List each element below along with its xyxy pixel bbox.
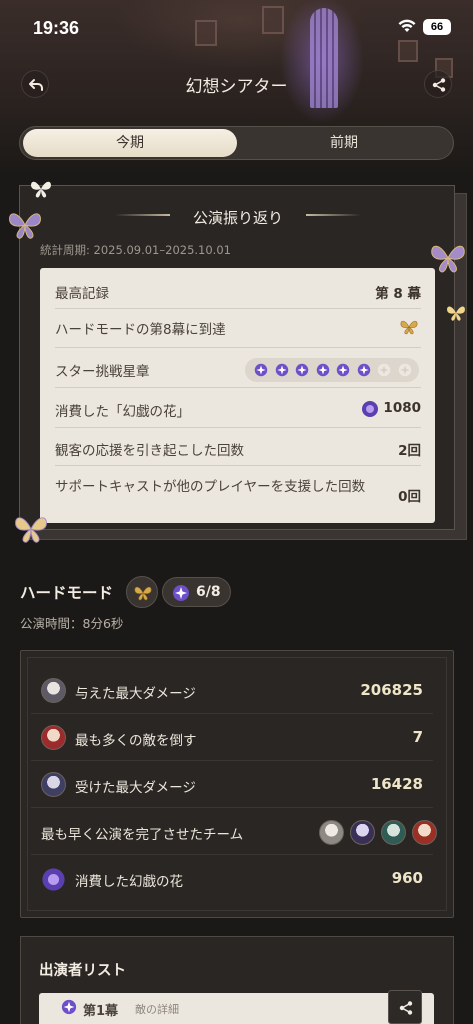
star-medal-filled-icon bbox=[275, 363, 288, 377]
max-damage-dealt-row: 与えた最大ダメージ 206825 bbox=[31, 668, 433, 714]
gold-butterfly-icon bbox=[134, 586, 152, 601]
star-medal-empty-icon bbox=[398, 363, 411, 377]
illusion-flower-icon bbox=[42, 868, 65, 891]
butterfly-decoration-icon bbox=[447, 306, 465, 321]
butterfly-decoration-icon bbox=[9, 213, 41, 239]
statistics-period: 統計周期: 2025.09.01–2025.10.01 bbox=[40, 243, 231, 257]
enemy-details-link[interactable]: 敵の詳細 bbox=[135, 1001, 179, 1017]
team-member-avatar bbox=[412, 820, 437, 845]
audience-cheer-label: 観客の応援を引き起こした回数 bbox=[55, 443, 244, 459]
star-medal-track bbox=[245, 358, 419, 382]
wall-frame bbox=[398, 40, 418, 62]
tab-current-period[interactable]: 今期 bbox=[23, 129, 237, 157]
butterfly-decoration-icon bbox=[431, 245, 465, 273]
share-icon bbox=[432, 78, 446, 92]
team-member-avatar bbox=[381, 820, 406, 845]
audience-cheer-row: 観客の応援を引き起こした回数 2回 bbox=[55, 435, 421, 466]
best-record-value: 第 8 幕 bbox=[375, 286, 421, 302]
character-avatar bbox=[41, 678, 66, 703]
hard-mode-stars-value: 6/8 bbox=[196, 584, 221, 600]
butterfly-decoration-icon bbox=[15, 517, 47, 543]
wall-frame bbox=[195, 20, 217, 46]
tab-previous-period[interactable]: 前期 bbox=[237, 129, 451, 157]
flowers-consumed-label: 消費した「幻戯の花」 bbox=[55, 404, 190, 420]
share-button[interactable] bbox=[424, 70, 452, 98]
team-member-avatar bbox=[319, 820, 344, 845]
period-tabs: 今期 前期 bbox=[19, 126, 454, 160]
flowers-consumed-hard-row: 消費した幻戯の花 960 bbox=[31, 856, 433, 902]
hard-mode-badge bbox=[126, 576, 158, 608]
floating-share-button[interactable] bbox=[388, 990, 422, 1024]
max-damage-taken-label: 受けた最大ダメージ bbox=[75, 780, 196, 796]
act-label: 第1幕 bbox=[83, 1004, 119, 1019]
gold-butterfly-icon bbox=[400, 320, 418, 335]
most-defeats-value: 7 bbox=[412, 728, 423, 746]
fastest-team-label: 最も早く公演を完了させたチーム bbox=[41, 827, 244, 843]
max-damage-dealt-label: 与えた最大ダメージ bbox=[75, 686, 196, 702]
max-damage-taken-row: 受けた最大ダメージ 16428 bbox=[31, 762, 433, 808]
character-avatar bbox=[41, 772, 66, 797]
flowers-consumed-hard-label: 消費した幻戯の花 bbox=[75, 874, 183, 890]
most-defeats-label: 最も多くの敵を倒す bbox=[75, 733, 197, 749]
flowers-consumed-hard-value: 960 bbox=[391, 869, 423, 887]
audience-cheer-value: 2回 bbox=[398, 443, 421, 459]
review-title: 公演振り返り bbox=[192, 209, 283, 227]
support-cast-row: サポートキャストが他のプレイヤーを支援した回数 0回 bbox=[55, 473, 421, 519]
star-medal-filled-icon bbox=[357, 363, 370, 377]
hard-mode-title: ハードモード bbox=[20, 584, 114, 602]
wall-frame bbox=[262, 6, 284, 34]
status-time: 19:36 bbox=[33, 18, 80, 38]
act-card[interactable]: 第1幕 敵の詳細 bbox=[39, 993, 434, 1024]
most-defeats-row: 最も多くの敵を倒す 7 bbox=[31, 715, 433, 761]
support-cast-label: サポートキャストが他のプレイヤーを支援した回数 bbox=[55, 479, 366, 495]
cast-list-title: 出演者リスト bbox=[39, 963, 126, 979]
star-medal-icon bbox=[61, 999, 77, 1015]
star-medal-label: スター挑戦星章 bbox=[55, 364, 150, 380]
max-damage-dealt-value: 206825 bbox=[360, 681, 423, 699]
star-medal-filled-icon bbox=[336, 363, 350, 377]
flowers-consumed-row: 消費した「幻戯の花」 1080 bbox=[55, 396, 421, 428]
best-record-label: 最高記録 bbox=[55, 286, 109, 302]
page-title: 幻想シアター bbox=[185, 77, 288, 97]
star-medal-filled-icon bbox=[254, 363, 268, 377]
star-medal-empty-icon bbox=[377, 363, 391, 377]
max-damage-taken-value: 16428 bbox=[370, 775, 423, 793]
star-medal-row: スター挑戦星章 bbox=[55, 357, 421, 388]
star-medal-filled-icon bbox=[316, 363, 329, 377]
share-icon bbox=[399, 1001, 413, 1015]
star-medal-icon bbox=[173, 585, 189, 601]
team-member-avatar bbox=[350, 820, 375, 845]
battery-indicator: 66 bbox=[423, 19, 451, 35]
star-medal-filled-icon bbox=[295, 363, 309, 377]
hard-mode-reached-row: ハードモードの第8幕に到達 bbox=[55, 318, 421, 348]
card-front: 公演振り返り 統計周期: 2025.09.01–2025.10.01 最高記録 … bbox=[19, 185, 455, 530]
performance-review-card: 公演振り返り 統計周期: 2025.09.01–2025.10.01 最高記録 … bbox=[19, 185, 468, 540]
performance-time: 公演時間：8分6秒 bbox=[20, 616, 124, 631]
illusion-flower-icon bbox=[362, 401, 378, 417]
support-cast-value: 0回 bbox=[398, 489, 421, 505]
flowers-consumed-value: 1080 bbox=[383, 400, 421, 416]
fastest-team-row: 最も早く公演を完了させたチーム bbox=[31, 809, 437, 855]
best-record-row: 最高記録 第 8 幕 bbox=[55, 282, 421, 309]
review-stats-panel: 最高記録 第 8 幕 ハードモードの第8幕に到達 スター挑戦星章 消費した「幻戯… bbox=[40, 268, 435, 523]
butterfly-decoration-icon bbox=[31, 181, 51, 198]
wifi-icon bbox=[398, 19, 416, 32]
hard-mode-stats-card: 与えた最大ダメージ 206825 最も多くの敵を倒す 7 受けた最大ダメージ 1… bbox=[20, 650, 454, 918]
hard-mode-star-count: 6/8 bbox=[162, 577, 231, 607]
character-avatar bbox=[41, 725, 66, 750]
hard-mode-reached-label: ハードモードの第8幕に到達 bbox=[55, 322, 226, 338]
